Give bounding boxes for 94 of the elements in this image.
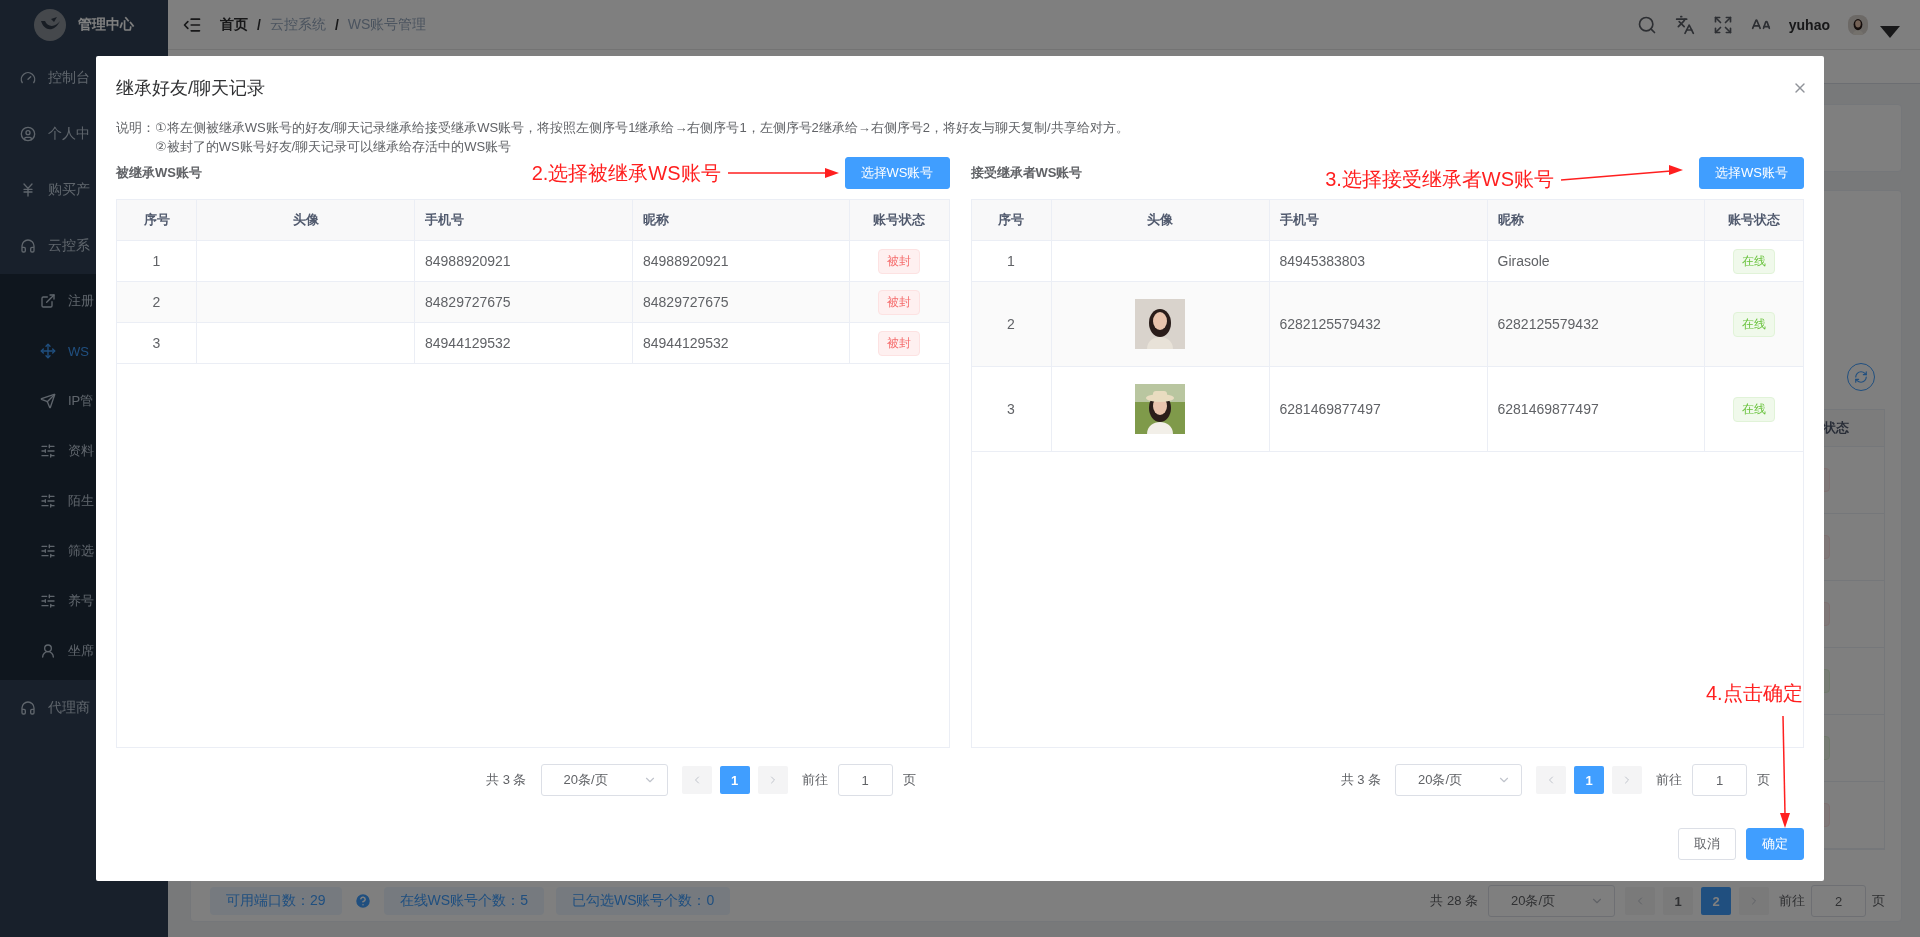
headset-icon xyxy=(20,700,36,716)
page-input[interactable]: 1 xyxy=(1692,764,1747,796)
confirm-button[interactable]: 确定 xyxy=(1746,828,1804,860)
send-icon xyxy=(40,393,56,409)
total-count: 共 3 条 xyxy=(1340,771,1381,789)
note-text: ②被封了的WS账号好友/聊天记录可以继承给存活中的WS账号 xyxy=(155,138,513,156)
table-cell: 6282125579432 xyxy=(1269,282,1488,366)
column-header: 昵称 xyxy=(633,200,850,240)
note-label: 说明： xyxy=(116,119,155,137)
annotation-text: 2.选择被继承WS账号 xyxy=(531,160,721,186)
move-icon xyxy=(40,343,56,359)
user-icon xyxy=(40,643,56,659)
page-size-select[interactable]: 20条/页 xyxy=(1488,885,1615,917)
sliders-icon xyxy=(40,593,56,609)
stat-badge: 已勾选WS账号个数：0 xyxy=(555,887,731,915)
select-account-button[interactable]: 选择WS账号 xyxy=(844,157,950,189)
table-cell: 84944129532 xyxy=(633,323,850,363)
column-header: 手机号 xyxy=(1269,200,1488,240)
search-icon[interactable] xyxy=(1636,14,1657,35)
stat-badge: 在线WS账号个数：5 xyxy=(383,887,544,915)
stat-badge: 可用端口数：29 xyxy=(210,887,342,915)
logo-icon xyxy=(34,9,66,41)
yen-icon xyxy=(20,182,36,198)
translate-icon[interactable] xyxy=(1674,14,1695,35)
column-header: 账号状态 xyxy=(872,211,927,229)
goto-label: 前往 xyxy=(1656,771,1682,789)
user-circle-icon xyxy=(20,126,36,142)
total-count: 共 3 条 xyxy=(486,771,527,789)
dialog-title: 继承好友/聊天记录 xyxy=(116,77,265,100)
sidebar-item[interactable]: 代理商 xyxy=(0,680,168,736)
breadcrumb-separator: / xyxy=(334,16,339,33)
fullscreen-icon[interactable] xyxy=(1712,14,1733,35)
table-cell: 84944129532 xyxy=(415,323,633,363)
page-button[interactable]: 1 xyxy=(719,766,750,794)
table-cell: 3 xyxy=(117,323,197,363)
table-cell: 2 xyxy=(117,282,197,322)
table-cell: 1 xyxy=(971,241,1052,281)
column-header: 头像 xyxy=(197,200,415,240)
goto-label: 前往 xyxy=(1779,892,1805,910)
column-header: 序号 xyxy=(971,200,1052,240)
page-size-select[interactable]: 20条/页 xyxy=(1395,764,1522,796)
breadcrumb-item[interactable]: 首页 xyxy=(220,15,248,34)
table-cell: 6282125579432 xyxy=(1487,282,1705,366)
table-cell: 84945383803 xyxy=(1269,241,1488,281)
page-input[interactable]: 1 xyxy=(837,764,893,796)
page-button[interactable]: 2 xyxy=(1701,887,1731,915)
column-header: 昵称 xyxy=(1487,200,1705,240)
page-suffix: 页 xyxy=(902,771,916,789)
status-tag: 被封 xyxy=(878,248,921,274)
section-title: 被继承WS账号 xyxy=(116,164,203,182)
table-cell: 3 xyxy=(971,367,1052,451)
status-tag: 在线 xyxy=(1732,311,1775,337)
breadcrumb-separator: / xyxy=(257,16,261,33)
table-cell: 6281469877497 xyxy=(1269,367,1488,451)
table-cell: 84988920921 xyxy=(415,241,633,281)
table-cell: 6281469877497 xyxy=(1487,367,1705,451)
section-title: 接受继承者WS账号 xyxy=(970,164,1084,182)
goto-label: 前往 xyxy=(801,771,828,789)
page-suffix: 页 xyxy=(1872,892,1885,910)
status-tag: 被封 xyxy=(878,330,921,356)
refresh-icon xyxy=(1854,370,1868,384)
help-icon[interactable] xyxy=(353,892,372,910)
table-cell: Girasole xyxy=(1487,241,1705,281)
page-button[interactable]: 1 xyxy=(1574,766,1604,794)
column-header: 头像 xyxy=(1051,200,1270,240)
sliders-icon xyxy=(40,443,56,459)
column-header: 序号 xyxy=(117,200,197,240)
page-size-select[interactable]: 20条/页 xyxy=(540,764,668,796)
status-tag: 被封 xyxy=(878,289,921,315)
table-cell: 2 xyxy=(971,282,1052,366)
page-button[interactable]: 1 xyxy=(1663,887,1693,915)
gauge-icon xyxy=(20,70,36,86)
column-header: 手机号 xyxy=(415,200,633,240)
annotation-text: 3.选择接受继承者WS账号 xyxy=(1325,166,1555,192)
sliders-icon xyxy=(40,543,56,559)
table-cell: 1 xyxy=(117,241,197,281)
headset-icon xyxy=(20,238,36,254)
table-cell: 84829727675 xyxy=(415,282,633,322)
user-name[interactable]: yuhao xyxy=(1788,16,1830,33)
page-input[interactable]: 2 xyxy=(1811,885,1866,917)
sliders-icon xyxy=(40,493,56,509)
table-cell: 84988920921 xyxy=(633,241,850,281)
page-suffix: 页 xyxy=(1757,771,1770,789)
cancel-button[interactable]: 取消 xyxy=(1678,828,1736,860)
table-cell: 84829727675 xyxy=(633,282,850,322)
status-tag: 在线 xyxy=(1732,396,1775,422)
select-account-button[interactable]: 选择WS账号 xyxy=(1699,157,1804,189)
total-count: 共 28 条 xyxy=(1430,892,1478,910)
status-tag: 在线 xyxy=(1732,248,1775,274)
external-link-icon xyxy=(40,293,56,309)
note-text: ①将左侧被继承WS账号的好友/聊天记录继承给接受继承WS账号，将按照左侧序号1继承给→右侧序号1，左侧序号2继承给→右侧序号2，将好友与聊天复制/共享给对方。 xyxy=(155,119,1129,137)
column-header: 账号状态 xyxy=(1726,211,1781,229)
logo-text: 管理中心 xyxy=(78,16,134,34)
annotation-text: 4.点击确定 xyxy=(1706,681,1803,705)
